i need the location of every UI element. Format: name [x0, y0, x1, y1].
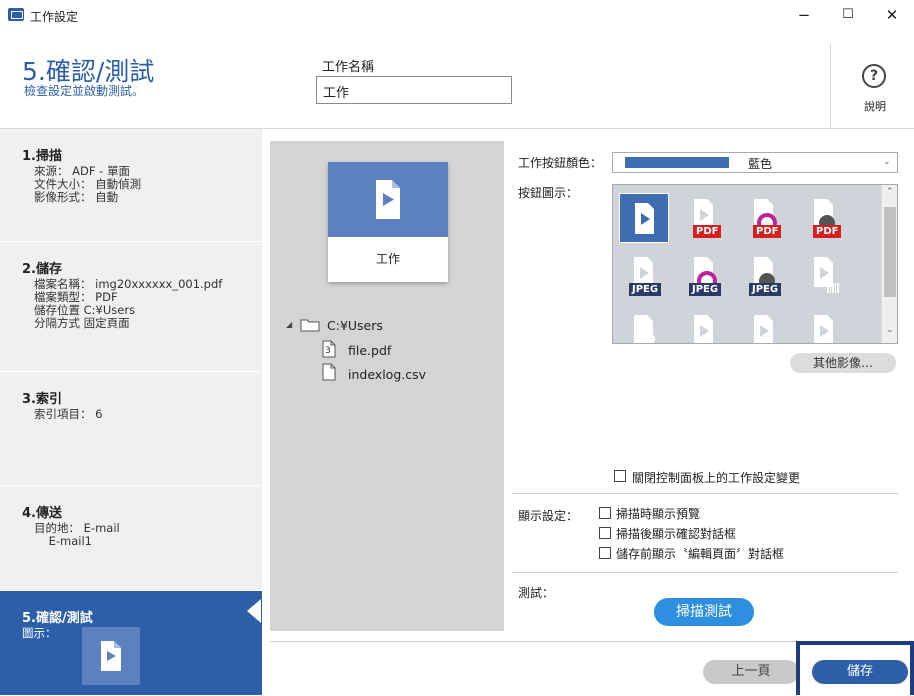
sidebar-item-detail: 來源： ADF - 單面 文件大小： 自動偵測 影像形式： 自動 — [34, 164, 142, 204]
minimize-button[interactable]: − — [782, 0, 826, 30]
page-subtitle: 檢查設定並啟動測試。 — [24, 84, 145, 98]
document-search-icon — [634, 315, 655, 343]
divider — [830, 44, 831, 128]
jpeg-badge: JPEG — [629, 283, 662, 296]
document-play-icon — [754, 315, 773, 343]
icon-option-search[interactable] — [621, 309, 671, 343]
icon-option-selected[interactable] — [619, 193, 669, 243]
sidebar-item-title: 4.傳送 — [22, 506, 62, 521]
app-icon — [8, 8, 24, 21]
divider — [512, 493, 898, 494]
title-bar — [0, 0, 914, 31]
test-label: 測試： — [518, 586, 555, 600]
button-color-select[interactable]: 藍色 ⌄ — [612, 152, 898, 173]
sidebar-item-detail: 圖示： — [22, 626, 57, 640]
sidebar-item-title: 2.儲存 — [22, 262, 62, 277]
sidebar-item-title: 5.確認/測試 — [22, 611, 93, 626]
window-title: 工作設定 — [30, 10, 79, 24]
scan-test-button[interactable]: 掃描測試 — [654, 598, 754, 626]
tree-folder-label[interactable]: C:¥Users — [327, 318, 383, 333]
sidebar-item-save[interactable]: 2.儲存 檔案名稱： img20xxxxxx_001.pdf 檔案類型： PDF… — [0, 242, 262, 372]
document-barcode-icon — [814, 257, 839, 293]
icon-option-doc[interactable] — [741, 309, 791, 343]
sidebar-item-detail: 索引項目： 6 — [34, 407, 103, 421]
sidebar-item-title: 1.掃描 — [22, 149, 62, 164]
file-icon — [322, 363, 336, 381]
job-button-preview: 工作 — [328, 162, 448, 282]
job-icon-preview — [82, 627, 140, 685]
document-play-icon — [376, 180, 400, 219]
page-count: 3 — [325, 346, 331, 356]
jpeg-badge: JPEG — [749, 283, 782, 296]
document-play-icon — [814, 315, 833, 343]
chevron-up-icon[interactable]: ⌃ — [886, 187, 894, 197]
button-color-label: 工作按鈕顏色： — [518, 156, 603, 170]
divider — [512, 572, 898, 573]
sidebar-item-detail: 目的地： E-mail E-mail1 — [34, 521, 120, 548]
button-icon-label: 按鈕圖示： — [518, 186, 579, 200]
panel-lock-label[interactable]: 關閉控制面板上的工作設定變更 — [632, 469, 800, 486]
icon-option-pdf-color[interactable]: PDF — [741, 193, 791, 243]
color-value: 藍色 — [748, 157, 773, 171]
display-settings-label: 顯示設定： — [518, 509, 579, 523]
confirm-dialog-option-label[interactable]: 掃描後顯示確認對話框 — [616, 525, 736, 542]
panel-lock-checkbox[interactable] — [614, 470, 626, 482]
document-play-icon — [694, 315, 713, 343]
help-icon[interactable]: ? — [862, 64, 886, 88]
sidebar: 1.掃描 來源： ADF - 單面 文件大小： 自動偵測 影像形式： 自動 2.… — [0, 129, 262, 696]
icon-option-pdf-gray[interactable]: PDF — [801, 193, 851, 243]
chevron-down-icon: ⌄ — [883, 157, 891, 167]
pdf-badge: PDF — [693, 225, 722, 238]
tree-file-label[interactable]: file.pdf — [348, 343, 391, 358]
other-images-button[interactable]: 其他影像… — [790, 353, 896, 373]
preview-option-label[interactable]: 掃描時顯示預覽 — [616, 505, 700, 522]
sidebar-item-detail: 檔案名稱： img20xxxxxx_001.pdf 檔案類型： PDF 儲存位置… — [34, 277, 223, 330]
jpeg-badge: JPEG — [689, 283, 722, 296]
sidebar-item-index[interactable]: 3.索引 索引項目： 6 — [0, 372, 262, 486]
document-play-icon — [101, 641, 121, 671]
edit-page-option-label[interactable]: 儲存前顯示〝編輯頁面〞對話框 — [616, 545, 784, 562]
confirm-dialog-checkbox[interactable] — [599, 527, 611, 539]
pdf-badge: PDF — [813, 225, 842, 238]
icon-option-doc[interactable] — [801, 309, 851, 343]
maximize-button[interactable]: ☐ — [826, 0, 870, 30]
button-icon-list[interactable]: PDF PDF PDF JPEG JPEG JPEG ⌃ ⌄ — [612, 184, 898, 344]
close-button[interactable]: ✕ — [870, 0, 914, 30]
job-name-input[interactable]: 工作 — [316, 76, 512, 104]
scroll-thumb[interactable] — [884, 207, 896, 297]
chevron-down-icon[interactable]: ⌄ — [886, 325, 894, 335]
collapse-arrow-icon[interactable]: ◢ — [286, 320, 292, 329]
icon-option-barcode[interactable] — [801, 251, 851, 301]
job-button-icon-area — [328, 162, 448, 237]
color-swatch — [625, 157, 729, 168]
document-play-icon — [635, 203, 654, 234]
sidebar-item-scan[interactable]: 1.掃描 來源： ADF - 單面 文件大小： 自動偵測 影像形式： 自動 — [0, 129, 262, 242]
icon-option-jpeg-color[interactable]: JPEG — [681, 251, 731, 301]
help-label[interactable]: 說明 — [864, 98, 886, 114]
active-indicator — [247, 599, 261, 623]
preview-checkbox[interactable] — [599, 507, 611, 519]
edit-page-checkbox[interactable] — [599, 547, 611, 559]
sidebar-item-title: 3.索引 — [22, 392, 62, 407]
save-button[interactable]: 儲存 — [812, 660, 908, 684]
pdf-badge: PDF — [753, 225, 782, 238]
icon-list-scrollbar[interactable]: ⌃ ⌄ — [881, 185, 897, 343]
previous-button[interactable]: 上一頁 — [703, 660, 799, 684]
tree-file-label[interactable]: indexlog.csv — [348, 367, 426, 382]
icon-option-jpeg-gray[interactable]: JPEG — [741, 251, 791, 301]
job-button-label: 工作 — [375, 252, 400, 266]
icon-option-doc[interactable] — [681, 309, 731, 343]
icon-option-jpeg[interactable]: JPEG — [621, 251, 671, 301]
icon-option-pdf[interactable]: PDF — [681, 193, 731, 243]
job-name-label: 工作名稱 — [322, 60, 375, 75]
sidebar-item-send[interactable]: 4.傳送 目的地： E-mail E-mail1 — [0, 486, 262, 591]
folder-icon — [300, 319, 320, 332]
